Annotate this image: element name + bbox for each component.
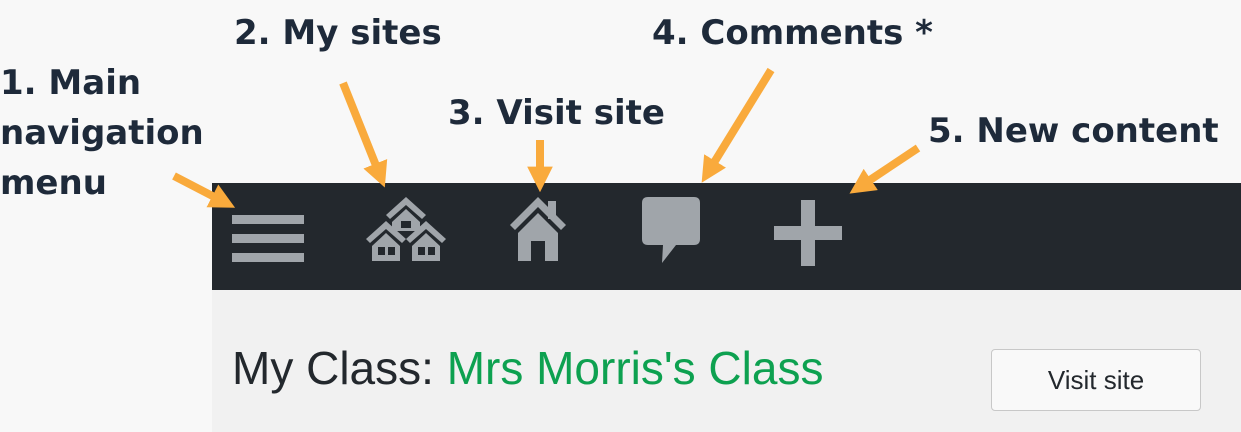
- comment-icon[interactable]: [642, 197, 700, 265]
- arrow-comments: [701, 67, 775, 183]
- title-prefix: My Class:: [232, 342, 447, 394]
- plus-icon[interactable]: [774, 200, 842, 266]
- home-icon[interactable]: [508, 195, 568, 263]
- dashboard-content: My Class: Mrs Morris's Class Visit site: [212, 290, 1241, 432]
- site-name-link[interactable]: Mrs Morris's Class: [447, 342, 824, 394]
- callout-new-content: 5. New content: [928, 111, 1219, 151]
- callout-comments: 4. Comments *: [652, 13, 933, 53]
- callout-my-sites: 2. My sites: [234, 13, 442, 53]
- visit-site-button[interactable]: Visit site: [991, 349, 1201, 411]
- my-sites-icon[interactable]: [364, 197, 448, 263]
- callout-main-navigation-menu: 1. Main navigation menu: [0, 63, 204, 203]
- arrow-new-content: [849, 144, 921, 194]
- page-title: My Class: Mrs Morris's Class: [232, 338, 823, 398]
- callout-visit-site: 3. Visit site: [448, 93, 665, 133]
- menu-icon[interactable]: [232, 215, 304, 263]
- arrow-my-sites: [339, 81, 388, 188]
- admin-bar: [212, 183, 1241, 290]
